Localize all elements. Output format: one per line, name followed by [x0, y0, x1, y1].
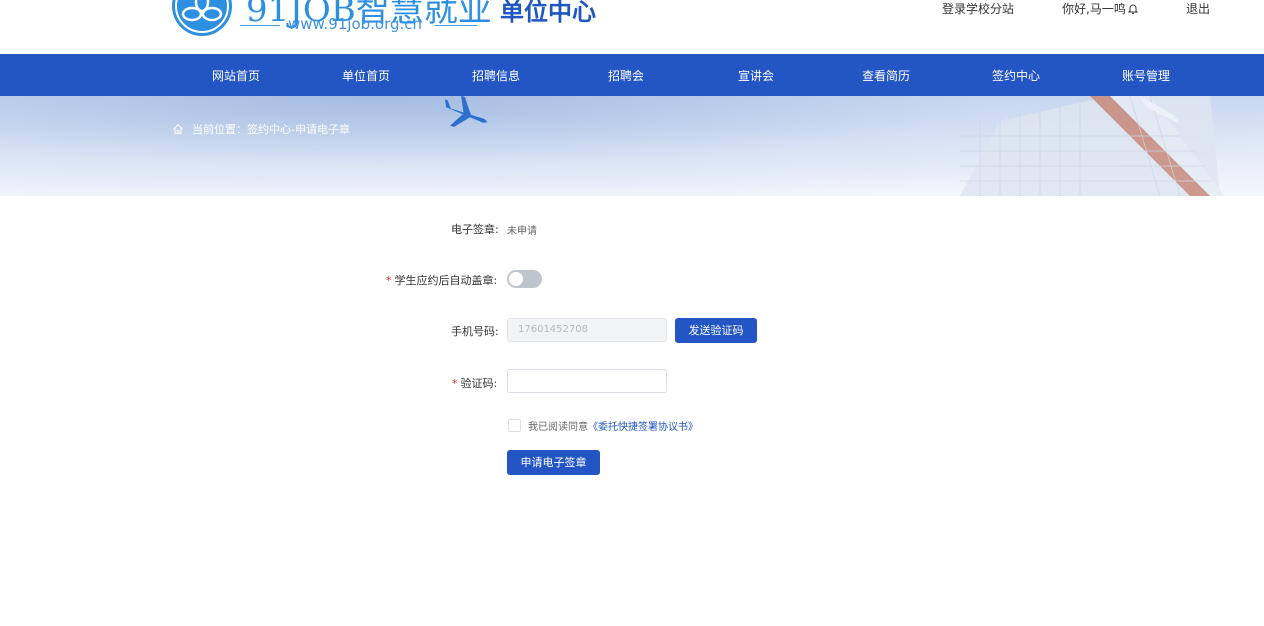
logo-icon — [172, 0, 232, 36]
auto-stamp-label-text: 学生应约后自动盖章: — [394, 274, 498, 287]
nav-account-management[interactable]: 账号管理 — [1122, 67, 1170, 84]
building-graphic — [960, 96, 1225, 196]
auto-stamp-toggle[interactable] — [507, 270, 542, 288]
bell-icon[interactable] — [1127, 3, 1138, 14]
phone-label: 手机号码: — [451, 325, 499, 338]
agree-checkbox[interactable] — [508, 419, 521, 432]
code-label: * 验证码: — [452, 375, 497, 391]
nav-unit-home[interactable]: 单位首页 — [342, 67, 390, 84]
apply-seal-button[interactable]: 申请电子签章 — [507, 450, 600, 475]
seal-label: 电子签章: — [451, 223, 499, 236]
airplane-icon — [444, 96, 488, 127]
phone-input[interactable] — [507, 318, 667, 342]
agree-prefix: 我已阅读同意 — [528, 422, 588, 433]
toggle-knob — [509, 272, 523, 286]
user-greeting[interactable]: 你好,马一鸣 — [1062, 0, 1138, 17]
logo-divider-right — [435, 25, 477, 26]
main-nav: 网站首页 单位首页 招聘信息 招聘会 宣讲会 查看简历 签约中心 账号管理 — [0, 54, 1264, 96]
nav-recruitment-info[interactable]: 招聘信息 — [472, 67, 520, 84]
agreement-text: 我已阅读同意《委托快捷签署协议书》 — [528, 418, 698, 433]
login-school-link-text[interactable]: 登录学校分站 — [942, 2, 1014, 16]
nav-presentation[interactable]: 宣讲会 — [738, 67, 774, 84]
logout-link-text[interactable]: 退出 — [1186, 2, 1210, 16]
agreement-link[interactable]: 《委托快捷签署协议书》 — [588, 422, 698, 433]
greeting-text: 你好,马一鸣 — [1062, 2, 1126, 16]
unit-center-title: 单位中心 — [500, 0, 596, 26]
nav-job-fair[interactable]: 招聘会 — [608, 67, 644, 84]
banner-illustration — [444, 96, 1225, 196]
verification-code-input[interactable] — [507, 369, 667, 393]
logo-divider-left — [240, 25, 280, 26]
logo-url: www.91job.org.cn — [288, 15, 423, 33]
required-mark: * — [386, 274, 392, 287]
header: 91JOB智慧就业 www.91job.org.cn 单位中心 登录学校分站 你… — [0, 0, 1264, 54]
home-icon[interactable] — [172, 123, 184, 135]
send-code-button[interactable]: 发送验证码 — [675, 318, 757, 343]
nav-home[interactable]: 网站首页 — [212, 67, 260, 84]
auto-stamp-label: * 学生应约后自动盖章: — [386, 272, 497, 288]
logout-link[interactable]: 退出 — [1186, 0, 1210, 17]
seal-status: 未申请 — [507, 226, 537, 237]
required-mark: * — [452, 377, 458, 390]
code-label-text: 验证码: — [460, 377, 498, 390]
page-banner: 当前位置：签约中心-申请电子章 — [0, 96, 1264, 196]
nav-view-resume[interactable]: 查看简历 — [862, 67, 910, 84]
breadcrumb: 当前位置：签约中心-申请电子章 — [172, 121, 350, 137]
login-school-link[interactable]: 登录学校分站 — [942, 0, 1014, 17]
nav-signing-center[interactable]: 签约中心 — [992, 67, 1040, 84]
breadcrumb-text: 当前位置：签约中心-申请电子章 — [192, 123, 350, 136]
